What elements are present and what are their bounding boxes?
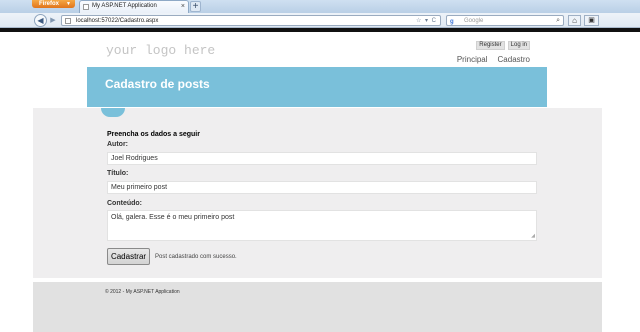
firefox-menu-label: Firefox	[39, 1, 60, 7]
browser-nav-bar: ◀ ▶ localhost:57022/Cadastro.aspx ☆ ▾ C …	[0, 13, 640, 28]
author-field[interactable]: Joel Rodrigues	[107, 152, 537, 165]
content-label: Conteúdo:	[107, 200, 142, 207]
new-tab-button[interactable]: +	[190, 1, 201, 12]
back-arrow-icon[interactable]: ◀	[34, 14, 47, 27]
search-placeholder: Google	[464, 18, 484, 24]
home-icon[interactable]: ⌂	[568, 15, 581, 26]
content-textarea[interactable]: Olá, galera. Esse é o meu primeiro post …	[107, 210, 537, 241]
dropdown-arrow-icon: ▼	[66, 1, 71, 7]
menu-item-principal[interactable]: Principal	[457, 55, 488, 64]
bookmark-reload-icons[interactable]: ☆ ▾ C	[416, 16, 437, 26]
address-bar[interactable]: localhost:57022/Cadastro.aspx ☆ ▾ C	[61, 15, 441, 26]
browser-tab-title: My ASP.NET Application	[92, 3, 157, 9]
main-menu: Principal Cadastro	[457, 55, 530, 64]
featured-banner: Cadastro de posts	[87, 67, 547, 107]
success-message: Post cadastrado com sucesso.	[155, 254, 237, 260]
content-text: Olá, galera. Esse é o meu primeiro post	[111, 214, 235, 221]
browser-tab-strip: Firefox ▼ My ASP.NET Application × +	[0, 0, 640, 13]
login-area: Register Log in	[476, 41, 530, 50]
search-icon[interactable]: ⌕	[556, 16, 560, 26]
search-bar[interactable]: g Google ⌕	[446, 15, 564, 26]
firefox-menu-button[interactable]: Firefox ▼	[32, 0, 75, 8]
resize-grip-icon[interactable]: ◢	[531, 233, 535, 239]
title-label: Título:	[107, 170, 129, 177]
google-icon: g	[450, 19, 454, 25]
form-legend: Preencha os dados a seguir	[107, 131, 200, 138]
browser-tab[interactable]: My ASP.NET Application ×	[79, 0, 189, 13]
toolbar-menu-icon[interactable]: ▣	[584, 15, 599, 26]
page-top-border	[0, 28, 640, 32]
login-link[interactable]: Log in	[507, 41, 530, 50]
menu-item-cadastro[interactable]: Cadastro	[498, 55, 530, 64]
author-label: Autor:	[107, 141, 128, 148]
submit-button[interactable]: Cadastrar	[107, 248, 150, 265]
page-title: Cadastro de posts	[105, 77, 210, 91]
page-favicon-icon	[83, 4, 89, 10]
register-link[interactable]: Register	[476, 41, 505, 50]
site-footer: © 2012 - My ASP.NET Application	[33, 282, 602, 332]
page-identity-icon	[65, 18, 71, 24]
address-url: localhost:57022/Cadastro.aspx	[76, 18, 159, 24]
forward-arrow-icon[interactable]: ▶	[48, 16, 58, 26]
close-tab-icon[interactable]: ×	[181, 1, 185, 12]
title-field[interactable]: Meu primeiro post	[107, 181, 537, 194]
footer-copyright: © 2012 - My ASP.NET Application	[105, 289, 180, 295]
site-logo[interactable]: your logo here	[106, 43, 215, 58]
